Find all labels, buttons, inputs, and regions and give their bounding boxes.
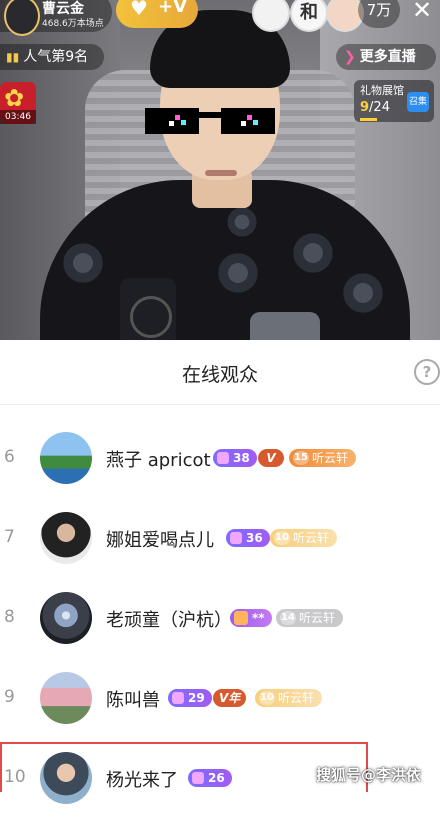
vip-badge: V xyxy=(258,449,284,467)
vip-badge: V年 xyxy=(213,689,247,707)
embroidery-flower xyxy=(290,230,336,276)
viewer-avatar[interactable] xyxy=(40,672,92,724)
gift-gallery-progress: 9/24 xyxy=(360,100,390,115)
sheet-title: 在线观众 xyxy=(181,364,258,386)
pixel-sunglasses-effect xyxy=(145,108,275,136)
help-icon[interactable]: ? xyxy=(414,359,440,385)
embroidery-flower xyxy=(225,205,259,239)
viewer-row[interactable]: 7 娜姐爱喝点儿 36 10 听云轩 xyxy=(0,499,440,579)
fan-club-badge: 15 听云轩 xyxy=(289,449,357,467)
watermark: 搜狐号@李洪依 xyxy=(316,766,422,784)
streamer-mouth xyxy=(205,170,237,176)
viewer-rank: 6 xyxy=(4,447,15,467)
viewer-rank: 8 xyxy=(4,607,15,627)
embroidery-flower xyxy=(60,240,106,286)
close-icon[interactable]: ✕ xyxy=(412,0,432,24)
fan-club-badge: 14 听云轩 xyxy=(276,609,344,627)
more-live-label: 更多直播 xyxy=(359,49,416,65)
chart-bars-icon: ▮▮ xyxy=(6,50,20,64)
live-icon: ❯ xyxy=(344,49,356,65)
viewer-rank: 7 xyxy=(4,527,15,547)
viewer-name: 燕子 apricot xyxy=(106,450,211,471)
viewer-row[interactable]: 8 老顽童（沪杭） ** 14 听云轩 xyxy=(0,579,440,659)
popularity-rank[interactable]: ▮▮ 人气第9名 xyxy=(0,44,104,70)
gift-gallery-title: 礼物展馆 xyxy=(360,84,404,97)
follow-label: +V xyxy=(158,0,188,17)
level-badge: 36 xyxy=(226,529,270,547)
viewer-name: 陈叫兽 xyxy=(106,690,160,711)
gift-gallery-progress-fill xyxy=(360,118,378,121)
level-badge: 38 xyxy=(213,449,257,467)
host-likes: 468.6万本场点 xyxy=(42,19,104,29)
viewer-row[interactable]: 9 陈叫兽 29 V年 10 听云轩 xyxy=(0,659,440,739)
star-level-badge: ** xyxy=(230,609,272,627)
viewer-row[interactable]: 6 燕子 apricot 38 V 15 听云轩 xyxy=(0,419,440,499)
heart-icon: ♥ xyxy=(130,0,148,20)
gift-timer: 03:46 xyxy=(0,110,36,124)
phone-on-desk xyxy=(250,312,320,340)
viewer-name: 娜姐爱喝点儿 xyxy=(106,530,214,551)
fan-club-badge: 10 听云轩 xyxy=(255,689,323,707)
viewer-rank: 9 xyxy=(4,687,15,707)
phone-on-desk xyxy=(120,278,176,340)
viewer-avatar[interactable] xyxy=(40,512,92,564)
level-badge: 29 xyxy=(168,689,212,707)
gift-icon: ✿ xyxy=(4,84,25,112)
divider xyxy=(0,404,440,405)
fan-club-badge: 10 听云轩 xyxy=(270,529,338,547)
highlight-box xyxy=(0,742,368,792)
embroidery-flower xyxy=(215,250,261,296)
popularity-rank-label: 人气第9名 xyxy=(23,49,89,65)
more-live-button[interactable]: ❯ 更多直播 xyxy=(336,44,436,70)
viewer-name: 老顽童（沪杭） xyxy=(106,610,232,631)
viewer-avatar[interactable] xyxy=(40,592,92,644)
gift-gallery-badge[interactable]: 召集 xyxy=(407,92,429,112)
gift-gallery-progress-bar xyxy=(360,118,406,121)
embroidery-flower xyxy=(340,270,386,316)
viewer-avatar[interactable] xyxy=(40,432,92,484)
